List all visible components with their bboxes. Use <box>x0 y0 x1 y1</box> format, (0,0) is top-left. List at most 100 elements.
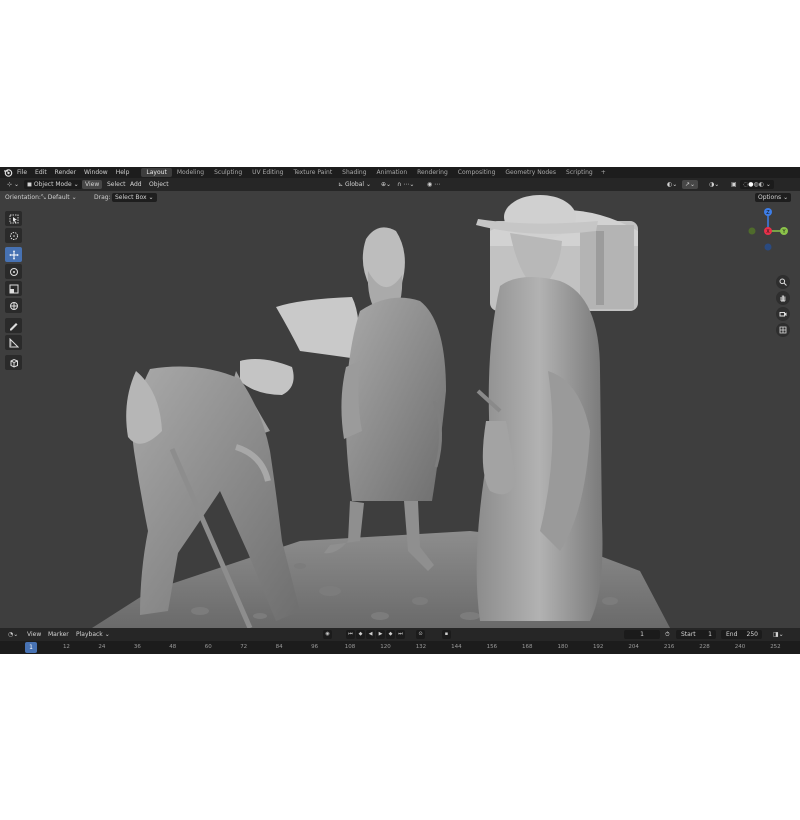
workspace-tab-rendering[interactable]: Rendering <box>412 168 453 177</box>
move-arrows-icon <box>9 250 18 259</box>
overlay-toggle[interactable]: ◑⌄ <box>706 180 722 189</box>
shading-mode-group[interactable]: ◌●◍◐ ⌄ <box>740 180 774 189</box>
preview-range-toggle[interactable]: ⏱ <box>662 630 673 639</box>
jump-to-start-button[interactable]: ⏮ <box>346 630 355 639</box>
menu-window[interactable]: Window <box>80 169 112 176</box>
cursor-select-icon <box>9 214 18 223</box>
add-workspace-button[interactable]: + <box>598 169 609 176</box>
object-mode-icon: ◼ <box>27 181 34 188</box>
transform-orientation-dropdown[interactable]: ⊾ Global ⌄ <box>335 180 374 189</box>
jump-prev-keyframe-button[interactable]: ◆ <box>356 630 365 639</box>
visibility-dropdown[interactable]: ◐⌄ <box>664 180 680 189</box>
workspace-tab-compositing[interactable]: Compositing <box>453 168 501 177</box>
menu-render[interactable]: Render <box>51 169 80 176</box>
keying-dropdown[interactable]: ⊙ <box>416 630 425 639</box>
ortho-toggle-button[interactable] <box>776 323 790 337</box>
menu-view[interactable]: View <box>82 180 103 189</box>
blender-logo-icon[interactable] <box>3 168 13 177</box>
play-icon: ▶ <box>378 631 383 637</box>
axis-icon: ⊾ <box>338 181 345 188</box>
play-reverse-button[interactable]: ◀ <box>366 630 375 639</box>
gizmo-neg-z-axis[interactable] <box>764 243 772 251</box>
rotate-icon <box>9 267 18 276</box>
keyframe-type-dropdown[interactable]: ▪ <box>442 630 451 639</box>
gizmo-toggle[interactable]: ↗⌄ <box>682 180 699 189</box>
frame-tick-label: 240 <box>734 644 746 650</box>
3d-viewport[interactable]: Orientation: ⤡ Default ⌄ Drag: Select Bo… <box>0 191 800 628</box>
gizmo-neg-y-axis[interactable] <box>748 227 756 235</box>
workspace-tab-scripting[interactable]: Scripting <box>561 168 598 177</box>
current-frame-field[interactable]: 1 <box>624 630 660 639</box>
eye-icon: ◐ <box>667 181 673 188</box>
drag-select-dropdown[interactable]: Select Box ⌄ <box>112 193 157 202</box>
measure-tool[interactable] <box>5 335 22 350</box>
mode-label: Object Mode <box>33 181 72 188</box>
workspace-tab-animation[interactable]: Animation <box>372 168 413 177</box>
tool-settings-bar: Orientation: ⤡ Default ⌄ Drag: Select Bo… <box>0 191 800 203</box>
ruler-icon <box>9 337 19 347</box>
workspace-tab-layout[interactable]: Layout <box>141 168 172 177</box>
xray-toggle[interactable]: ▣ <box>728 180 740 189</box>
auto-keying-toggle[interactable]: ◉ <box>323 630 332 639</box>
jump-end-icon: ⏭ <box>398 631 403 637</box>
workspace-tab-modeling[interactable]: Modeling <box>172 168 209 177</box>
play-button[interactable]: ▶ <box>376 630 385 639</box>
annotate-tool[interactable] <box>5 318 22 333</box>
current-frame-indicator[interactable]: 1 <box>25 642 37 653</box>
menu-add[interactable]: Add <box>127 180 145 189</box>
workspace-tab-sculpting[interactable]: Sculpting <box>209 168 247 177</box>
frame-tick-label: 216 <box>663 644 675 650</box>
end-label: End <box>726 631 738 638</box>
timeline-menu-view[interactable]: View <box>24 630 44 639</box>
mode-dropdown[interactable]: ◼ Object Mode ⌄ <box>24 180 82 189</box>
timeline-menu-playback[interactable]: Playback ⌄ <box>73 630 113 639</box>
orientation-dropdown[interactable]: ⤡ Default ⌄ <box>41 193 77 202</box>
menu-file[interactable]: File <box>13 169 31 176</box>
jump-start-icon: ⏮ <box>348 631 353 637</box>
timeline-frame-ruler[interactable]: 1 12 24 36 48 60 72 84 96 108 120 132 144 156 168 180 1… <box>0 641 800 654</box>
frame-tick-label: 96 <box>311 644 319 650</box>
timeline-menu-marker[interactable]: Marker <box>45 630 72 639</box>
menu-edit[interactable]: Edit <box>31 169 51 176</box>
camera-view-button[interactable] <box>776 307 790 321</box>
menu-help[interactable]: Help <box>112 169 134 176</box>
end-frame-field[interactable]: End 250 <box>721 630 762 639</box>
pivot-point-dropdown[interactable]: ⊕⌄ <box>378 180 394 189</box>
timeline-options-icon: ◨ <box>773 631 779 638</box>
zoom-view-button[interactable] <box>776 275 790 289</box>
frame-tick-label: 12 <box>62 644 70 650</box>
workspace-tab-texture-paint[interactable]: Texture Paint <box>288 168 337 177</box>
cube-icon <box>10 358 18 368</box>
menu-select[interactable]: Select <box>104 180 129 189</box>
transform-icon <box>9 301 18 310</box>
keying-icon: ⊙ <box>418 631 423 637</box>
scale-tool[interactable] <box>5 281 22 296</box>
playback-label: Playback <box>76 631 103 638</box>
workspace-tab-geometry-nodes[interactable]: Geometry Nodes <box>500 168 561 177</box>
editor-type-dropdown[interactable]: ⊹ ⌄ <box>4 180 22 189</box>
rotate-tool[interactable] <box>5 264 22 279</box>
keyframe-type-icon: ▪ <box>444 631 449 637</box>
add-cube-tool[interactable] <box>5 355 22 370</box>
timeline-editor-type-dropdown[interactable]: ◔⌄ <box>5 630 21 639</box>
workspace-tab-uv-editing[interactable]: UV Editing <box>247 168 288 177</box>
pan-view-button[interactable] <box>776 291 790 305</box>
timeline-view-options[interactable]: ◨⌄ <box>770 630 787 639</box>
cursor-tool[interactable] <box>5 228 22 243</box>
options-dropdown[interactable]: Options ⌄ <box>755 193 792 202</box>
select-box-tool[interactable] <box>5 211 22 226</box>
proportional-edit-toggle[interactable]: ◉ ⋯ <box>424 180 443 189</box>
snap-toggle[interactable]: ∩ ⋯⌄ <box>394 180 417 189</box>
stopwatch-icon: ⏱ <box>665 631 670 638</box>
prev-keyframe-icon: ◆ <box>358 631 363 637</box>
scale-icon <box>9 284 18 293</box>
jump-to-end-button[interactable]: ⏭ <box>396 630 405 639</box>
start-frame-field[interactable]: Start 1 <box>676 630 716 639</box>
jump-next-keyframe-button[interactable]: ◆ <box>386 630 395 639</box>
orientation-gizmo[interactable]: Z Y X <box>746 205 798 255</box>
workspace-tab-shading[interactable]: Shading <box>337 168 371 177</box>
transform-tool[interactable] <box>5 298 22 313</box>
move-tool[interactable] <box>5 247 22 262</box>
frame-tick-label: 72 <box>240 644 248 650</box>
menu-object[interactable]: Object <box>146 180 172 189</box>
